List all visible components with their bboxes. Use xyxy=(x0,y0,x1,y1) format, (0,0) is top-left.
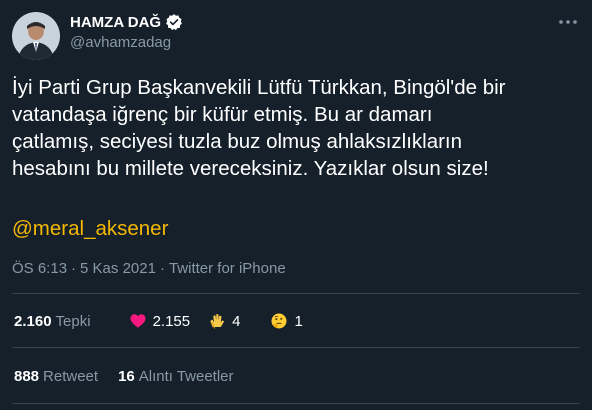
quote-count[interactable]: 16 xyxy=(118,368,135,385)
divider xyxy=(12,347,580,348)
clap-count: 4 xyxy=(232,312,241,330)
clap-emoji-icon xyxy=(208,312,226,330)
meta-separator: · xyxy=(71,260,77,277)
thinking-emoji-icon xyxy=(270,312,288,330)
divider xyxy=(12,293,580,294)
tweet-text: İyi Parti Grup Başkanvekili Lütfü Türkka… xyxy=(12,76,506,180)
heart-reaction[interactable]: 2.155 xyxy=(129,312,191,330)
tweet-meta: ÖS 6:13 · 5 Kas 2021 · Twitter for iPhon… xyxy=(12,260,286,277)
reaction-total-count[interactable]: 2.160 xyxy=(14,313,52,330)
author-name-row[interactable]: HAMZA DAĞ xyxy=(70,12,183,32)
tweet-date[interactable]: 5 Kas 2021 xyxy=(80,260,156,277)
avatar[interactable] xyxy=(12,12,60,60)
meta-separator: · xyxy=(159,260,165,277)
tweet-time[interactable]: ÖS 6:13 xyxy=(12,260,67,277)
divider xyxy=(12,403,580,404)
tweet-source[interactable]: Twitter for iPhone xyxy=(169,260,286,277)
heart-emoji-icon xyxy=(129,312,147,330)
mention-link[interactable]: @meral_aksener xyxy=(12,217,168,241)
retweets-row: 888 Retweet 16 Alıntı Tweetler xyxy=(14,368,234,385)
retweet-label[interactable]: Retweet xyxy=(43,368,98,385)
reactions-row: 2.160 Tepki 2.155 4 1 xyxy=(14,312,303,330)
retweet-count[interactable]: 888 xyxy=(14,368,39,385)
clap-reaction[interactable]: 4 xyxy=(208,312,240,330)
thinking-count: 1 xyxy=(294,312,303,330)
thinking-reaction[interactable]: 1 xyxy=(270,312,303,330)
quote-label[interactable]: Alıntı Tweetler xyxy=(139,368,234,385)
verified-badge-icon xyxy=(165,13,183,31)
author-display-name[interactable]: HAMZA DAĞ xyxy=(70,14,161,31)
more-icon[interactable] xyxy=(556,10,580,34)
reaction-total-label[interactable]: Tepki xyxy=(56,313,91,330)
heart-count: 2.155 xyxy=(152,312,191,330)
author-handle[interactable]: @avhamzadag xyxy=(70,34,171,51)
